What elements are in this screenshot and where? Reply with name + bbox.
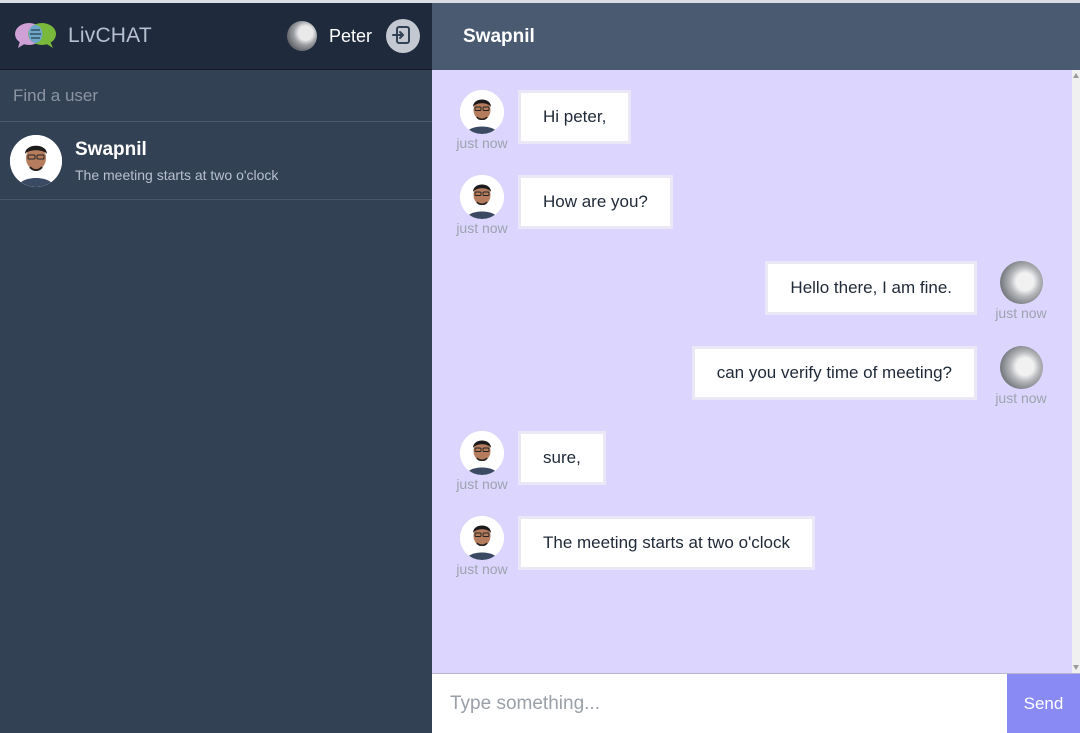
message-sent: just now Hello there, I am fine. bbox=[765, 261, 1050, 321]
sender-avatar bbox=[999, 261, 1043, 304]
message-list[interactable]: just now Hi peter, just now How are you?… bbox=[432, 70, 1080, 673]
current-user-avatar bbox=[286, 21, 317, 51]
message-bubble: can you verify time of meeting? bbox=[691, 346, 977, 400]
search-input[interactable] bbox=[13, 85, 419, 106]
sender-avatar bbox=[999, 346, 1043, 389]
user-search bbox=[0, 70, 432, 122]
chat-header: Swapnil bbox=[432, 3, 1080, 70]
contact-name: Swapnil bbox=[75, 138, 147, 160]
chat-panel: Swapnil just now Hi peter, just now How … bbox=[432, 3, 1080, 733]
sender-avatar bbox=[460, 431, 504, 475]
message-time: just now bbox=[995, 305, 1047, 321]
send-button[interactable]: Send bbox=[1007, 674, 1080, 733]
message-received: just now sure, bbox=[453, 431, 606, 492]
chat-bubbles-logo-icon bbox=[12, 20, 58, 52]
contact-item[interactable]: Swapnil The meeting starts at two o'cloc… bbox=[0, 122, 432, 200]
message-time: just now bbox=[456, 220, 508, 236]
contact-avatar bbox=[10, 134, 62, 187]
sender-avatar bbox=[460, 175, 504, 219]
message-input[interactable] bbox=[432, 674, 1007, 733]
sidebar: LivCHAT Peter Find a user Swapnil The me… bbox=[0, 3, 432, 733]
message-time: just now bbox=[995, 390, 1047, 406]
message-composer: Send bbox=[432, 673, 1080, 733]
app-logo: LivCHAT bbox=[12, 20, 152, 52]
message-received: just now The meeting starts at two o'clo… bbox=[453, 516, 816, 577]
sender-avatar bbox=[460, 90, 504, 134]
chat-title: Swapnil bbox=[463, 25, 535, 47]
message-bubble: Hello there, I am fine. bbox=[765, 261, 977, 315]
scroll-down-arrow-icon[interactable] bbox=[1073, 665, 1079, 670]
current-user: Peter bbox=[286, 19, 420, 53]
message-bubble: How are you? bbox=[518, 175, 673, 229]
contact-last-message: The meeting starts at two o'clock bbox=[75, 166, 279, 183]
scroll-up-arrow-icon[interactable] bbox=[1073, 73, 1079, 78]
message-time: just now bbox=[456, 476, 508, 492]
message-bubble: Hi peter, bbox=[518, 90, 632, 144]
message-scrollbar[interactable] bbox=[1072, 70, 1080, 673]
current-user-name: Peter bbox=[328, 25, 372, 46]
message-time: just now bbox=[456, 135, 508, 151]
message-sent: just now can you verify time of meeting? bbox=[691, 346, 1050, 406]
message-time: just now bbox=[456, 561, 508, 577]
message-bubble: The meeting starts at two o'clock bbox=[518, 516, 816, 570]
sidebar-header: LivCHAT Peter bbox=[0, 3, 432, 70]
message-received: just now Hi peter, bbox=[453, 90, 632, 151]
logout-button[interactable] bbox=[386, 19, 420, 53]
message-bubble: sure, bbox=[518, 431, 606, 485]
sender-avatar bbox=[460, 516, 504, 560]
message-received: just now How are you? bbox=[453, 175, 673, 236]
brand-name: LivCHAT bbox=[68, 24, 152, 47]
logout-icon bbox=[392, 24, 414, 49]
chat-app: LivCHAT Peter Find a user Swapnil The me… bbox=[0, 3, 1080, 733]
